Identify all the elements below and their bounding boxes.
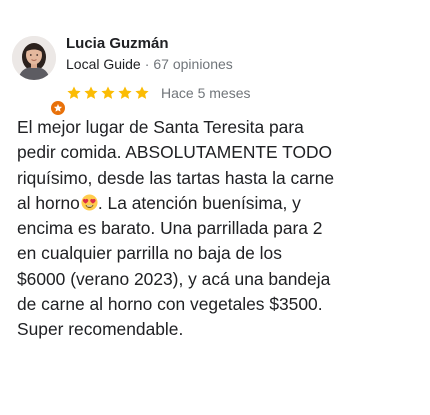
star-filled-icon [67, 86, 81, 99]
review-text-line: de carne al horno con vegetales $3500. [17, 294, 323, 315]
user-avatar-photo-icon [12, 36, 56, 80]
review-text: El mejor lugar de Santa Teresita para pe… [17, 115, 417, 343]
star-filled-icon [84, 86, 98, 99]
star-rating [66, 85, 150, 101]
review-text-line: El mejor lugar de Santa Teresita para [17, 117, 304, 137]
smiling-face-with-heart-eyes-icon [81, 194, 98, 211]
rating-row: Hace 5 meses [66, 84, 250, 102]
reviews-count: 67 opiniones [153, 56, 233, 72]
local-guide-label: Local Guide [66, 56, 141, 72]
review-date: Hace 5 meses [161, 85, 251, 101]
reviewer-avatar[interactable] [12, 36, 67, 117]
reviewer-meta: Local Guide · 67 opiniones [66, 56, 233, 72]
review-text-line-with-emoji: al horno . La atención buenísima, y [17, 191, 417, 216]
review-card: Lucia Guzmán Local Guide · 67 opiniones Ha… [0, 0, 430, 415]
review-text-fragment: . La atención buenísima, y [97, 192, 301, 213]
star-filled-icon [118, 86, 132, 99]
meta-separator: · [144, 56, 150, 72]
review-text-line: riquísimo, desde las tartas hasta la car… [17, 167, 335, 188]
review-text-fragment: al horno [17, 192, 80, 213]
reviewer-name[interactable]: Lucia Guzmán [66, 35, 169, 52]
star-filled-icon [135, 86, 149, 99]
review-text-line: pedir comida. ABSOLUTAMENTE TODO [17, 142, 333, 163]
review-text-line: Super recomendable. [17, 319, 184, 340]
local-guide-star-badge-icon [53, 104, 63, 112]
review-text-line: $6000 (verano 2023), y acá una bandeja [17, 268, 331, 289]
review-text-line: encima es barato. Una parrillada para 2 [17, 218, 323, 239]
star-filled-icon [101, 86, 115, 99]
review-text-line: en cualquier parrilla no baja de los [17, 243, 282, 264]
